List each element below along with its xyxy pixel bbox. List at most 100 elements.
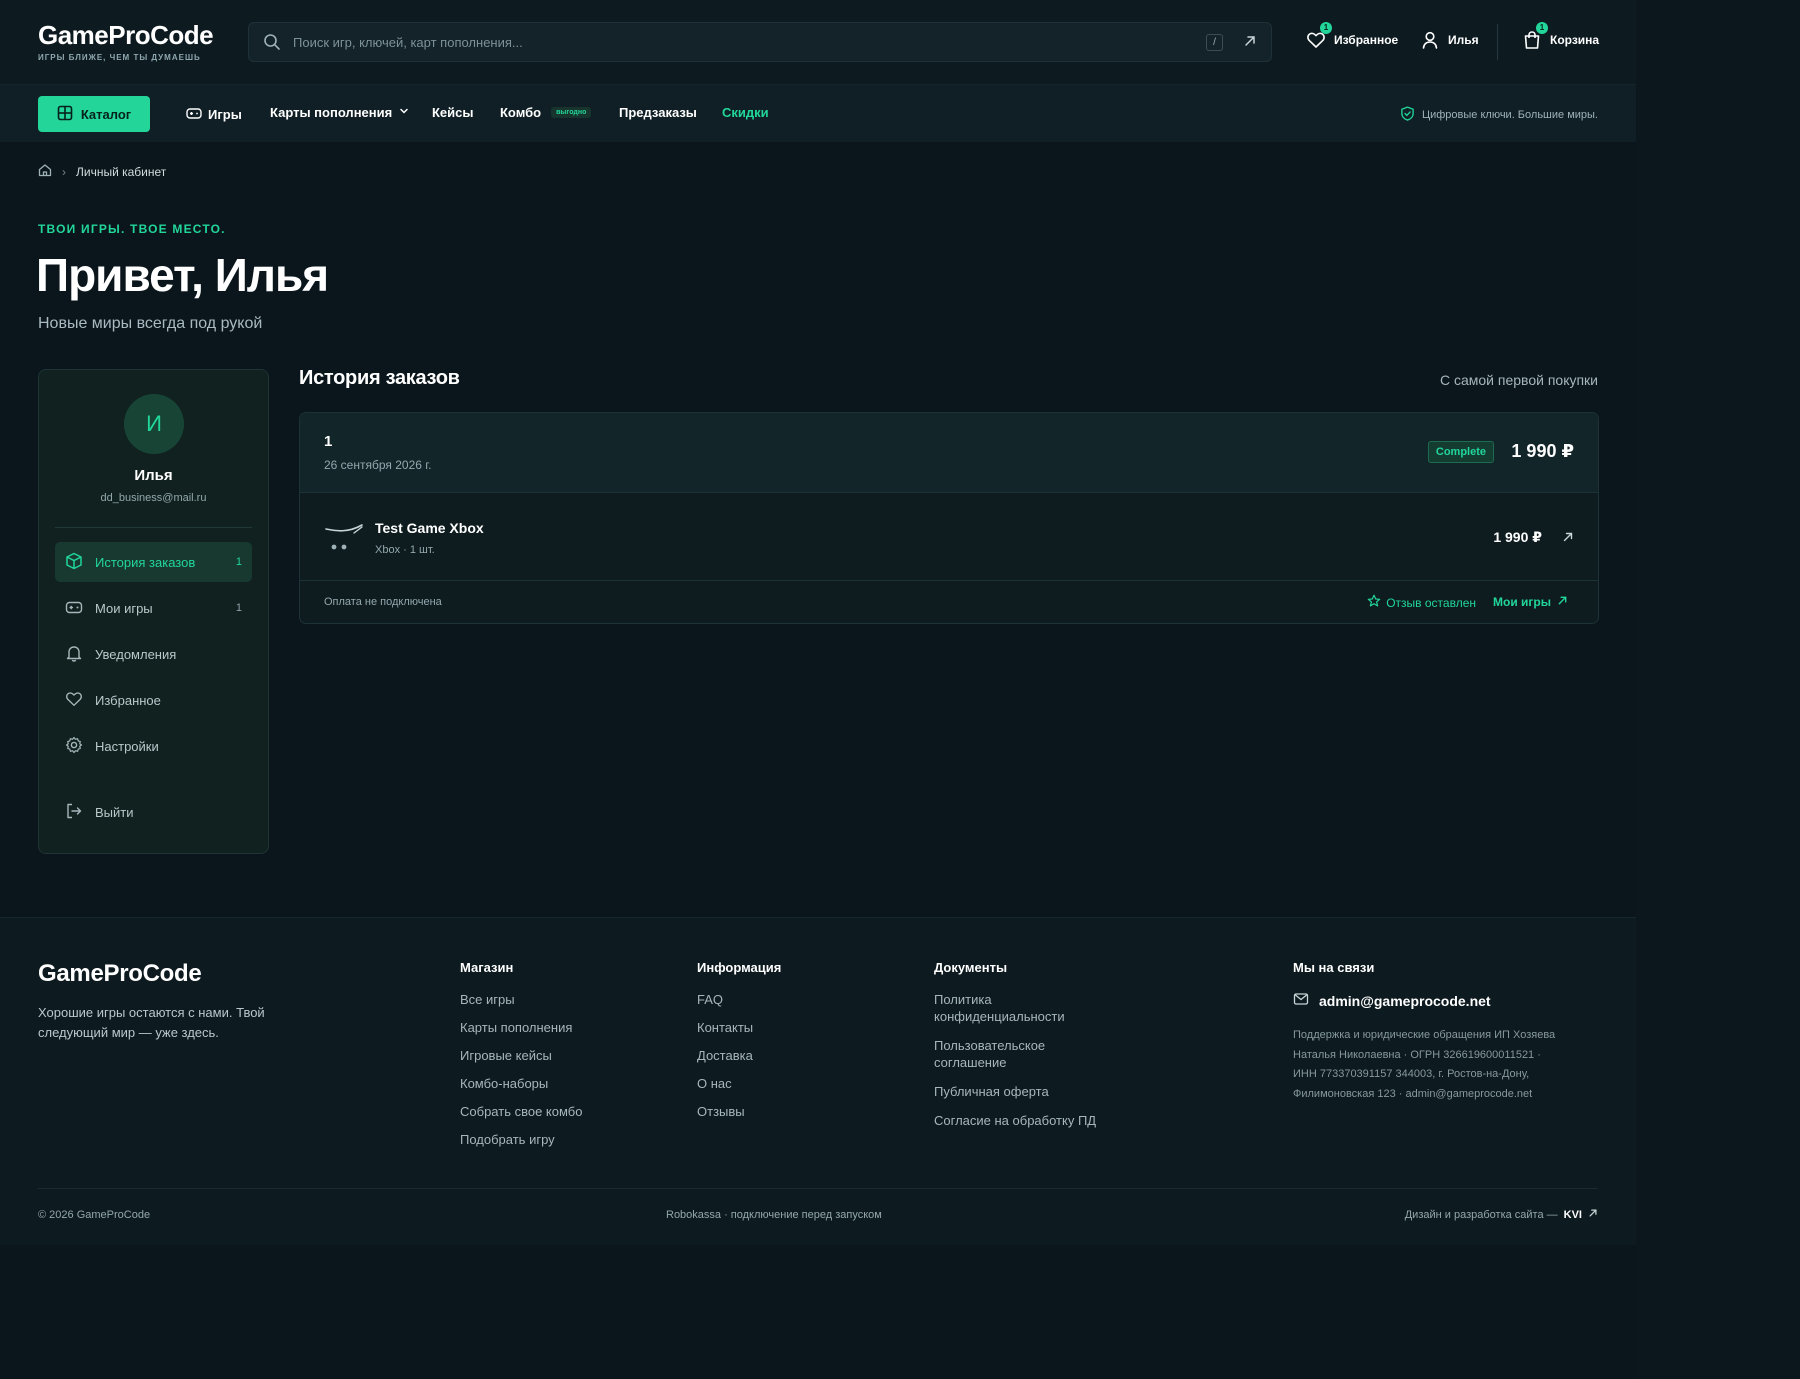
footer-link[interactable]: Собрать свое комбо bbox=[460, 1103, 582, 1120]
gamepad-icon bbox=[65, 598, 83, 619]
order-total: 1 990 ₽ bbox=[1511, 441, 1574, 461]
nav-link-label: Игры bbox=[208, 107, 242, 122]
order-card: 1 26 сентября 2026 г. Complete 1 990 ₽ T… bbox=[299, 412, 1599, 624]
footer-link[interactable]: Все игры bbox=[460, 991, 582, 1008]
footer-link[interactable]: Политика конфиденциальности bbox=[934, 991, 1104, 1025]
item-price: 1 990 ₽ bbox=[1493, 529, 1542, 545]
sidebar-item-label: Уведомления bbox=[95, 646, 177, 662]
gamepad-icon bbox=[186, 105, 202, 124]
review-label: Отзыв оставлен bbox=[1386, 595, 1476, 610]
nav-link-preorders[interactable]: Предзаказы bbox=[619, 105, 697, 120]
footer-logo[interactable]: GameProCode bbox=[38, 960, 202, 988]
logout-label: Выйти bbox=[95, 804, 134, 820]
sidebar-item-label: Мои игры bbox=[95, 600, 153, 616]
sidebar-item-count: 1 bbox=[235, 602, 242, 614]
shopping-bag-icon: 1 bbox=[1522, 22, 1548, 50]
main-nav: Каталог Игры Карты пополнения Кейсы Комб… bbox=[0, 84, 1636, 142]
footer-link[interactable]: Отзывы bbox=[697, 1103, 781, 1120]
my-games-label: Мои игры bbox=[1493, 595, 1551, 609]
footer-link[interactable]: Комбо-наборы bbox=[460, 1075, 582, 1092]
account-button[interactable]: Илья bbox=[1420, 30, 1479, 50]
footer-link[interactable]: Контакты bbox=[697, 1019, 781, 1036]
catalog-button[interactable]: Каталог bbox=[38, 96, 150, 132]
order-number: 1 bbox=[324, 433, 333, 450]
home-icon[interactable] bbox=[38, 163, 52, 180]
footer-link[interactable]: Доставка bbox=[697, 1047, 781, 1064]
sidebar-divider bbox=[55, 527, 252, 528]
footer-divider bbox=[38, 1188, 1598, 1189]
nav-link-label: Карты пополнения bbox=[270, 105, 393, 120]
item-name: Test Game Xbox bbox=[375, 520, 484, 536]
footer-tagline: Хорошие игры остаются с нами. Твой следу… bbox=[38, 1005, 265, 1040]
nav-link-combo[interactable]: Комбо выгодно bbox=[500, 105, 592, 120]
star-icon bbox=[1367, 594, 1381, 611]
nav-tagline: Цифровые ключи. Большие миры. bbox=[1400, 106, 1598, 124]
item-meta: Xbox · 1 шт. bbox=[375, 544, 435, 556]
breadcrumb: › Личный кабинет bbox=[38, 163, 166, 180]
developer-prefix: Дизайн и разработка сайта — bbox=[1404, 1208, 1558, 1221]
grid-icon bbox=[57, 105, 73, 124]
page-subtitle: Новые миры всегда под рукой bbox=[38, 315, 263, 332]
orders-title: История заказов bbox=[299, 367, 460, 389]
nav-link-cases[interactable]: Кейсы bbox=[432, 105, 474, 120]
nav-link-topup-cards[interactable]: Карты пополнения bbox=[270, 105, 410, 120]
logo[interactable]: GameProCode ИГРЫ БЛИЖЕ, ЧЕМ ТЫ ДУМАЕШЬ bbox=[38, 20, 214, 62]
favorites-label: Избранное bbox=[1334, 33, 1399, 47]
contact-email-link[interactable]: admin@gameprocode.net bbox=[1293, 991, 1563, 1010]
sidebar-item-label: Избранное bbox=[95, 692, 161, 708]
developer-credit[interactable]: Дизайн и разработка сайта — KVI bbox=[1405, 1208, 1598, 1221]
nav-link-games[interactable]: Игры bbox=[186, 105, 242, 124]
user-icon bbox=[1420, 30, 1440, 50]
order-date: 26 сентября 2026 г. bbox=[324, 458, 432, 472]
orders-note: С самой первой покупки bbox=[1439, 372, 1598, 388]
footer-link[interactable]: Карты пополнения bbox=[460, 1019, 582, 1036]
logout-button[interactable]: Выйти bbox=[55, 792, 252, 832]
footer-link[interactable]: Согласие на обработку ПД bbox=[934, 1112, 1104, 1129]
page-title: Привет, Илья bbox=[36, 249, 329, 301]
arrow-up-right-icon[interactable] bbox=[1243, 34, 1257, 53]
order-header: 1 26 сентября 2026 г. Complete 1 990 ₽ bbox=[300, 413, 1598, 493]
payment-note: Оплата не подключена bbox=[324, 596, 442, 608]
heart-icon: 1 bbox=[1306, 22, 1332, 50]
order-item-row: Test Game Xbox Xbox · 1 шт. 1 990 ₽ bbox=[300, 493, 1598, 581]
footer-column-title: Информация bbox=[697, 960, 782, 975]
header-divider bbox=[1497, 24, 1498, 60]
copyright: © 2026 GameProCode bbox=[38, 1209, 151, 1221]
footer-column-contact: Мы на связи admin@gameprocode.net Поддер… bbox=[1293, 960, 1563, 1104]
search-input[interactable] bbox=[293, 23, 1173, 61]
developer-name: KVI bbox=[1563, 1208, 1582, 1221]
sidebar-item-my-games[interactable]: Мои игры 1 bbox=[55, 588, 252, 628]
logout-icon bbox=[65, 802, 83, 823]
sidebar-item-order-history[interactable]: История заказов 1 bbox=[55, 542, 252, 582]
sidebar-item-settings[interactable]: Настройки bbox=[55, 726, 252, 766]
order-footer: Оплата не подключена Отзыв оставлен Мои … bbox=[300, 581, 1598, 623]
sidebar-item-notifications[interactable]: Уведомления bbox=[55, 634, 252, 674]
cart-button[interactable]: 1 Корзина bbox=[1522, 22, 1599, 50]
footer-link[interactable]: Подобрать игру bbox=[460, 1131, 582, 1148]
favorites-button[interactable]: 1 Избранное bbox=[1306, 22, 1399, 50]
arrow-up-right-icon bbox=[1588, 1208, 1598, 1221]
sidebar-item-count: 1 bbox=[235, 556, 242, 568]
logo-title: GameProCode bbox=[38, 20, 214, 50]
my-games-link[interactable]: Мои игры bbox=[1493, 595, 1568, 609]
catalog-label: Каталог bbox=[80, 106, 132, 122]
footer-link[interactable]: Пользовательское соглашение bbox=[934, 1037, 1104, 1071]
review-status[interactable]: Отзыв оставлен bbox=[1367, 594, 1476, 611]
combo-badge: выгодно bbox=[551, 107, 592, 118]
footer-link[interactable]: Публичная оферта bbox=[934, 1083, 1104, 1100]
site-footer: GameProCode Хорошие игры остаются с нами… bbox=[0, 917, 1636, 1245]
nav-tagline-text: Цифровые ключи. Большие миры. bbox=[1421, 109, 1598, 121]
footer-link[interactable]: Игровые кейсы bbox=[460, 1047, 582, 1064]
sidebar-item-label: Настройки bbox=[95, 738, 159, 754]
favorites-count-badge: 1 bbox=[1320, 22, 1332, 34]
search-bar: / bbox=[248, 22, 1272, 62]
footer-link[interactable]: О нас bbox=[697, 1075, 781, 1092]
sidebar-item-favorites[interactable]: Избранное bbox=[55, 680, 252, 720]
footer-link[interactable]: FAQ bbox=[697, 991, 781, 1008]
nav-link-discounts[interactable]: Скидки bbox=[722, 105, 769, 120]
chevron-right-icon: › bbox=[62, 164, 66, 179]
legal-info: Поддержка и юридические обращения ИП Хоз… bbox=[1293, 1029, 1556, 1100]
contact-email: admin@gameprocode.net bbox=[1319, 992, 1491, 1009]
arrow-up-right-icon[interactable] bbox=[1562, 530, 1574, 548]
footer-column-docs: Документы Политика конфиденциальности По… bbox=[934, 960, 1104, 1141]
